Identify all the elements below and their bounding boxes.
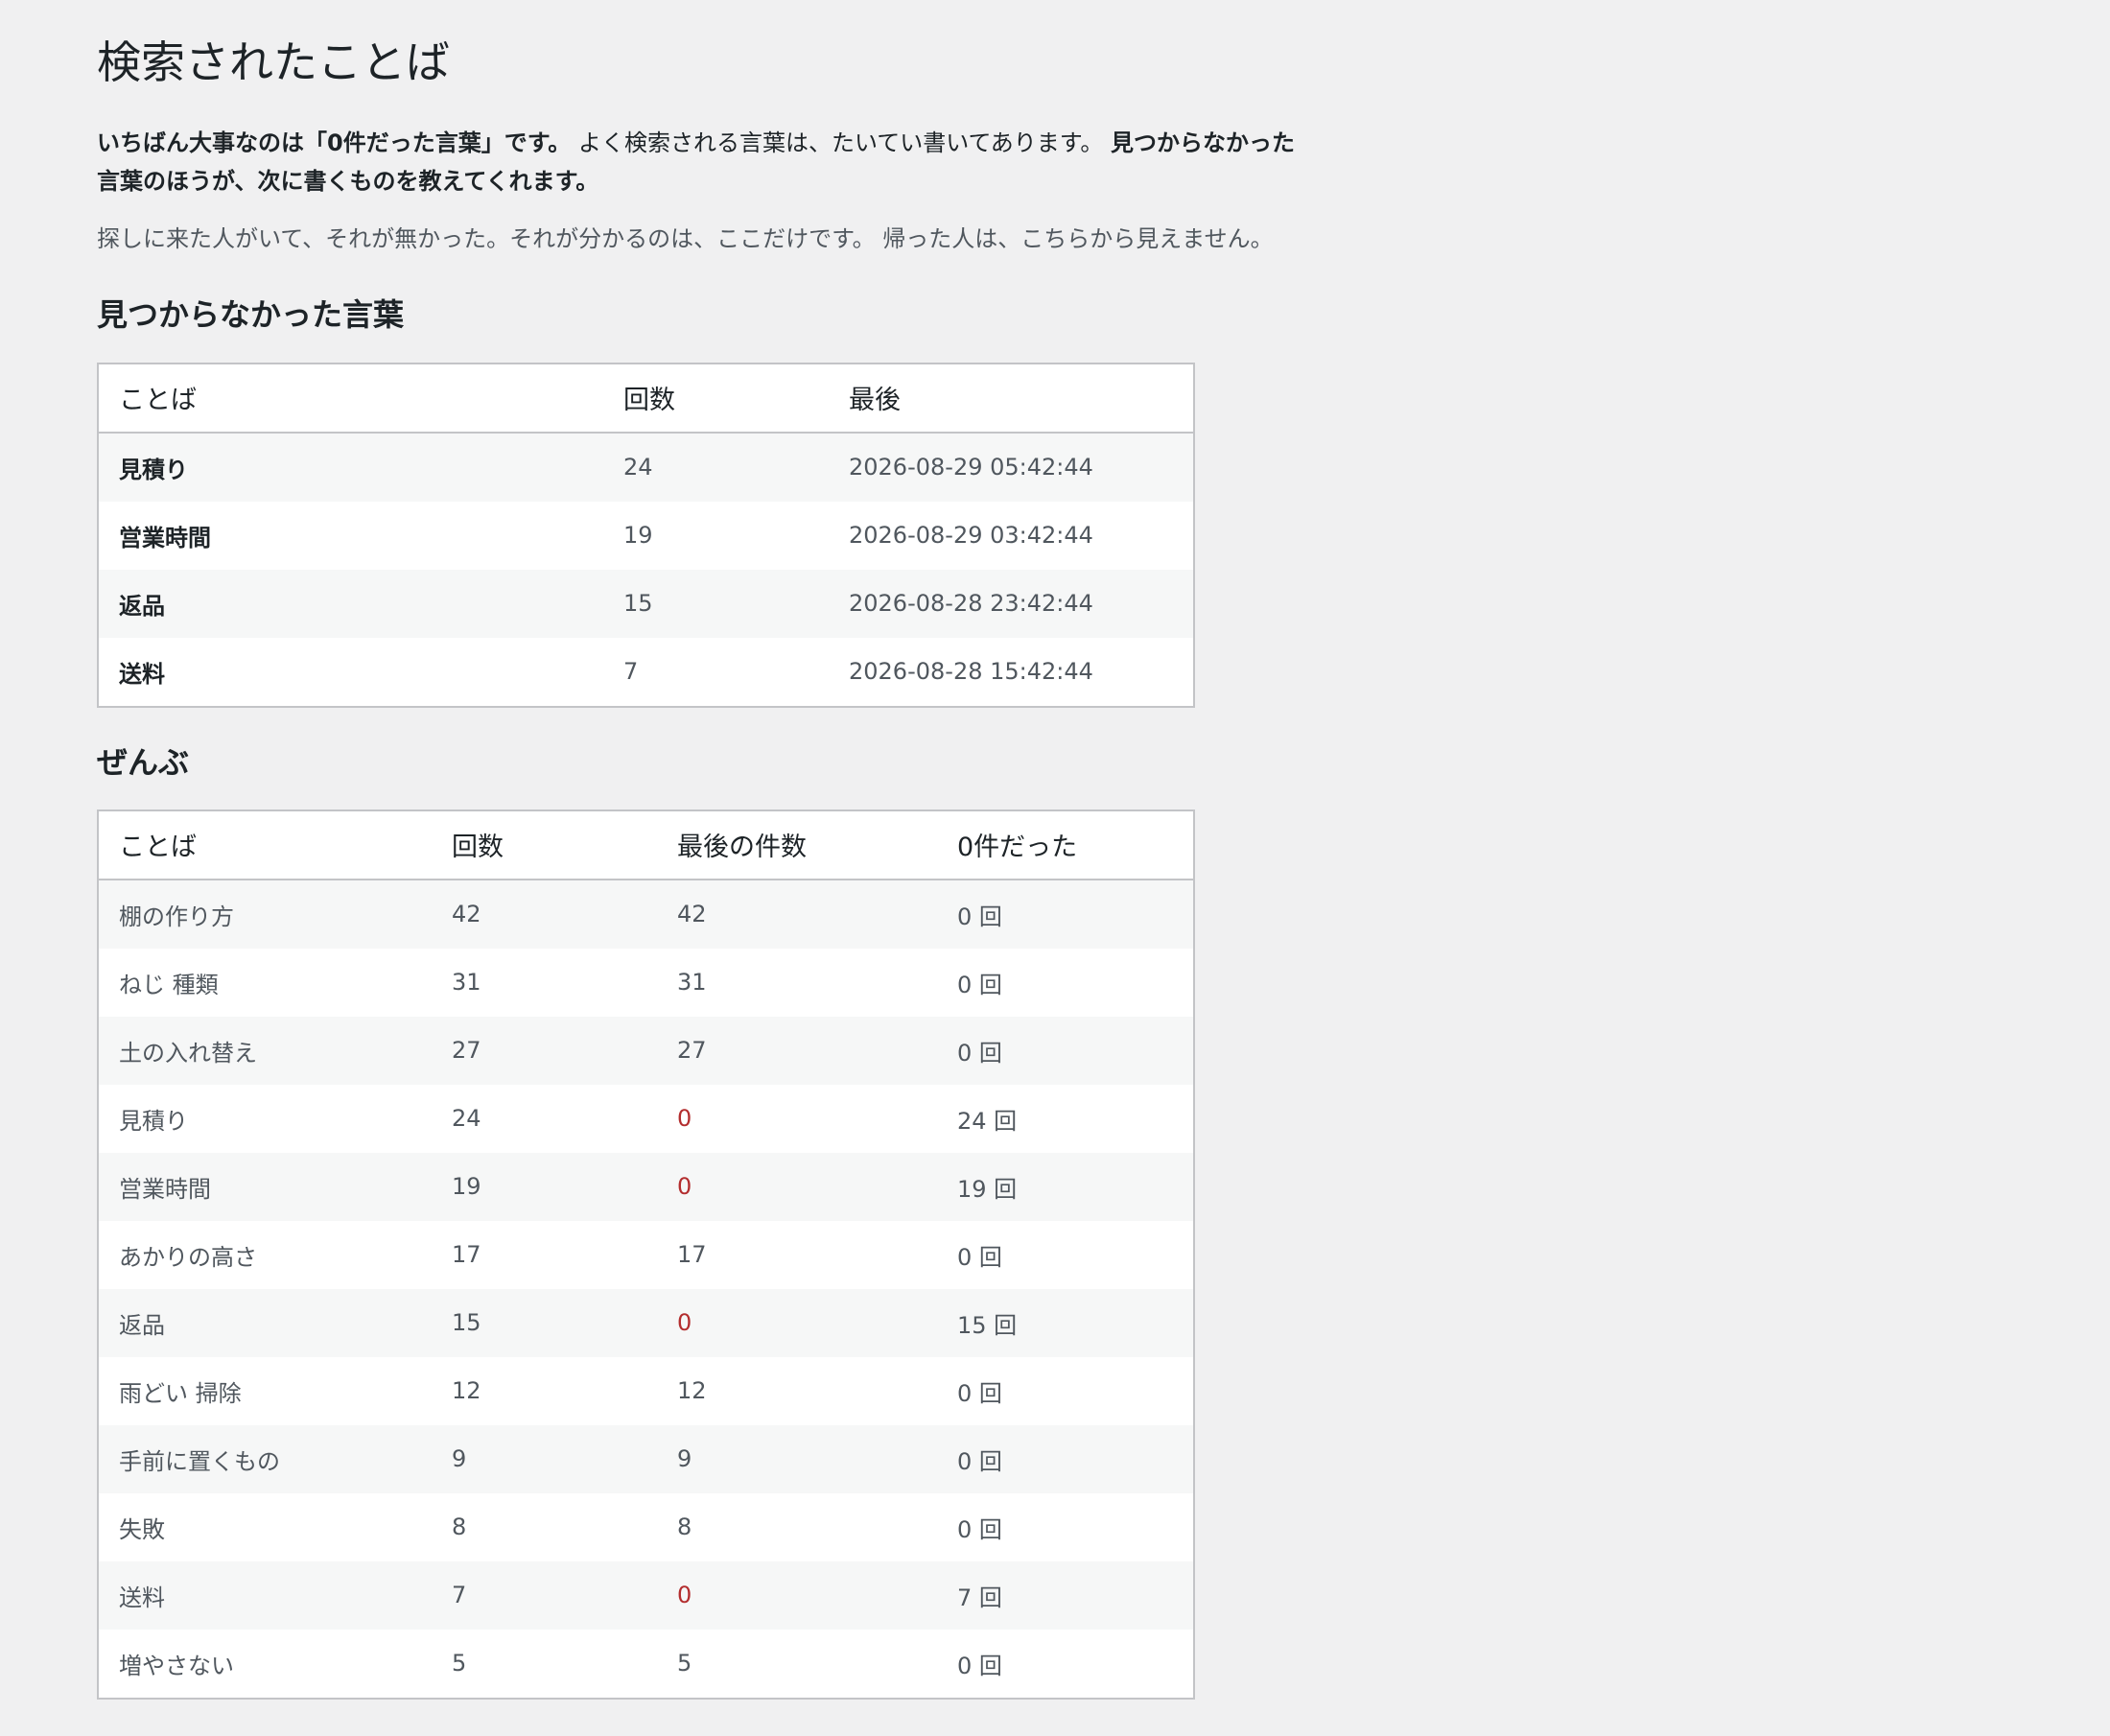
word-cell: 土の入れ替え	[98, 1016, 432, 1085]
all-row: 返品 15 0 15 回	[98, 1288, 1194, 1357]
last-results-cell: 8	[657, 1492, 937, 1561]
count-cell: 8	[432, 1492, 657, 1561]
last-results-cell: 42	[657, 879, 937, 949]
all-body: 棚の作り方 42 42 0 回ねじ 種類 31 31 0 回土の入れ替え 27 27 0 回見積り…	[98, 879, 1194, 1699]
all-row: 手前に置くもの 9 9 0 回	[98, 1424, 1194, 1493]
all-row: 送料 7 0 7 回	[98, 1560, 1194, 1630]
not-found-row: 見積り 24 2026-08-29 05:42:44	[98, 432, 1194, 502]
count-cell: 15	[603, 569, 829, 638]
intro-note: 探しに来た人がいて、それが無かった。それが分かるのは、ここだけです。 帰った人は…	[97, 225, 1274, 253]
last-results-cell: 31	[657, 948, 937, 1017]
all-header-row: ことば 回数 最後の件数 0件だった	[98, 809, 1194, 880]
count-cell: 27	[432, 1016, 657, 1085]
last-results-cell: 0	[657, 1084, 937, 1153]
last-searched-cell: 2026-08-28 15:42:44	[829, 637, 1194, 707]
zero-times-cell: 0 回	[937, 1492, 1194, 1561]
count-cell: 15	[432, 1288, 657, 1357]
last-searched-cell: 2026-08-28 23:42:44	[829, 569, 1194, 638]
column-header-last-results: 最後の件数	[657, 809, 937, 880]
word-cell: 送料	[98, 637, 603, 707]
zero-times-cell: 15 回	[937, 1288, 1194, 1357]
last-results-cell: 9	[657, 1424, 937, 1493]
all-row: 棚の作り方 42 42 0 回	[98, 879, 1194, 949]
column-header-word: ことば	[98, 363, 603, 434]
not-found-table: ことば 回数 最後 見積り 24 2026-08-29 05:42:44 営業時間 19…	[97, 362, 1195, 708]
zero-times-cell: 0 回	[937, 1016, 1194, 1085]
zero-times-cell: 0 回	[937, 1356, 1194, 1425]
not-found-row: 返品 15 2026-08-28 23:42:44	[98, 569, 1194, 638]
all-row: 見積り 24 0 24 回	[98, 1084, 1194, 1153]
count-cell: 24	[432, 1084, 657, 1153]
last-results-cell: 0	[657, 1560, 937, 1630]
all-row: 雨どい 掃除 12 12 0 回	[98, 1356, 1194, 1425]
word-cell: 見積り	[98, 1084, 432, 1153]
word-cell: 手前に置くもの	[98, 1424, 432, 1493]
all-row: ねじ 種類 31 31 0 回	[98, 948, 1194, 1017]
last-searched-cell: 2026-08-29 03:42:44	[829, 501, 1194, 570]
word-cell: 棚の作り方	[98, 879, 432, 949]
word-cell: 返品	[98, 569, 603, 638]
word-cell: 見積り	[98, 432, 603, 502]
all-row: 失敗 8 8 0 回	[98, 1492, 1194, 1561]
lead-normal: よく検索される言葉は、たいてい書いてあります。	[571, 129, 1112, 157]
word-cell: 営業時間	[98, 1152, 432, 1221]
word-cell: 失敗	[98, 1492, 432, 1561]
column-header-zero-times: 0件だった	[937, 809, 1194, 880]
word-cell: あかりの高さ	[98, 1220, 432, 1289]
word-cell: 営業時間	[98, 501, 603, 570]
not-found-row: 営業時間 19 2026-08-29 03:42:44	[98, 501, 1194, 570]
intro-lead: いちばん大事なのは「0件だった言葉」です。 よく検索される言葉は、たいてい書いて…	[97, 124, 1305, 200]
count-cell: 5	[432, 1629, 657, 1699]
count-cell: 17	[432, 1220, 657, 1289]
count-cell: 19	[603, 501, 829, 570]
zero-times-cell: 0 回	[937, 879, 1194, 949]
column-header-count: 回数	[432, 809, 657, 880]
all-table: ことば 回数 最後の件数 0件だった 棚の作り方 42 42 0 回ねじ 種類 31 31…	[97, 809, 1195, 1700]
count-cell: 31	[432, 948, 657, 1017]
all-row: 土の入れ替え 27 27 0 回	[98, 1016, 1194, 1085]
zero-times-cell: 24 回	[937, 1084, 1194, 1153]
word-cell: 雨どい 掃除	[98, 1356, 432, 1425]
column-header-last: 最後	[829, 363, 1194, 434]
word-cell: 返品	[98, 1288, 432, 1357]
all-row: 営業時間 19 0 19 回	[98, 1152, 1194, 1221]
zero-times-cell: 0 回	[937, 948, 1194, 1017]
count-cell: 24	[603, 432, 829, 502]
count-cell: 42	[432, 879, 657, 949]
page-title: 検索されたことば	[97, 36, 450, 88]
zero-times-cell: 19 回	[937, 1152, 1194, 1221]
last-results-cell: 27	[657, 1016, 937, 1085]
lead-bold-1: いちばん大事なのは「0件だった言葉」です。	[97, 129, 572, 157]
zero-times-cell: 0 回	[937, 1220, 1194, 1289]
count-cell: 7	[432, 1560, 657, 1630]
zero-times-cell: 0 回	[937, 1424, 1194, 1493]
last-results-cell: 17	[657, 1220, 937, 1289]
not-found-header-row: ことば 回数 最後	[98, 363, 1194, 434]
all-row: あかりの高さ 17 17 0 回	[98, 1220, 1194, 1289]
word-cell: 送料	[98, 1560, 432, 1630]
column-header-count: 回数	[603, 363, 829, 434]
count-cell: 19	[432, 1152, 657, 1221]
all-heading: ぜんぶ	[97, 743, 190, 781]
count-cell: 7	[603, 637, 829, 707]
count-cell: 12	[432, 1356, 657, 1425]
not-found-heading: 見つからなかった言葉	[97, 296, 405, 334]
last-results-cell: 5	[657, 1629, 937, 1699]
not-found-body: 見積り 24 2026-08-29 05:42:44 営業時間 19 2026-08-29…	[98, 432, 1194, 707]
word-cell: ねじ 種類	[98, 948, 432, 1017]
zero-times-cell: 7 回	[937, 1560, 1194, 1630]
page-wrap: 検索されたことば いちばん大事なのは「0件だった言葉」です。 よく検索される言葉…	[97, 0, 1305, 1736]
last-results-cell: 12	[657, 1356, 937, 1425]
last-results-cell: 0	[657, 1288, 937, 1357]
not-found-row: 送料 7 2026-08-28 15:42:44	[98, 637, 1194, 707]
count-cell: 9	[432, 1424, 657, 1493]
word-cell: 増やさない	[98, 1629, 432, 1699]
column-header-word: ことば	[98, 809, 432, 880]
last-results-cell: 0	[657, 1152, 937, 1221]
last-searched-cell: 2026-08-29 05:42:44	[829, 432, 1194, 502]
all-row: 増やさない 5 5 0 回	[98, 1629, 1194, 1699]
zero-times-cell: 0 回	[937, 1629, 1194, 1699]
